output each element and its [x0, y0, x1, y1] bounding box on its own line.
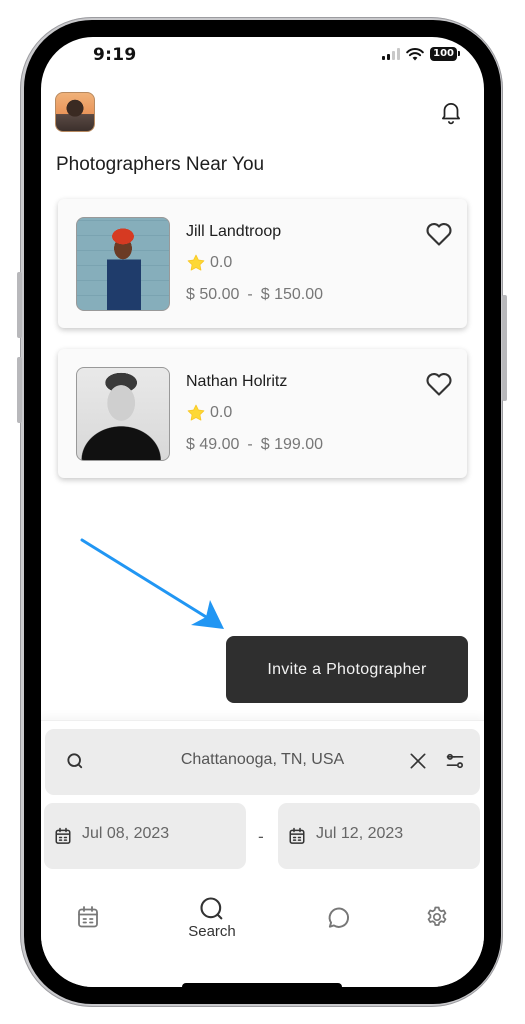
tab-search[interactable]: Search	[182, 895, 242, 940]
status-time: 9:19	[93, 45, 137, 65]
end-date-value: Jul 12, 2023	[316, 825, 404, 842]
calendar-icon	[289, 827, 305, 844]
power-button	[502, 295, 507, 401]
annotation-arrow-icon	[80, 538, 224, 629]
photographer-card[interactable]: Jill Landtroop 0.0 $ 50.00 - $ 150.00	[58, 199, 467, 328]
app-screen: 9:19 100 Photographers Near You Jill Lan…	[41, 37, 484, 987]
volume-up-button	[17, 272, 22, 338]
price-separator: -	[247, 286, 253, 303]
start-date-value: Jul 08, 2023	[82, 825, 170, 842]
price-range: $ 49.00 - $ 199.00	[186, 436, 323, 454]
gear-icon	[427, 906, 447, 926]
page-title: Photographers Near You	[56, 154, 265, 175]
date-separator: -	[258, 827, 264, 846]
tab-search-label: Search	[188, 923, 236, 940]
invite-photographer-button[interactable]: Invite a Photographer	[226, 636, 468, 703]
tab-settings[interactable]	[425, 905, 449, 929]
photographer-rating: 0.0	[186, 403, 232, 423]
photographer-name: Jill Landtroop	[186, 223, 282, 240]
photographer-photo	[76, 367, 170, 461]
price-min: $ 49.00	[186, 436, 240, 453]
cellular-signal-icon	[382, 48, 401, 60]
status-icons: 100	[382, 47, 460, 61]
star-icon	[187, 254, 205, 271]
close-icon[interactable]	[408, 751, 428, 771]
rating-value: 0.0	[210, 404, 233, 421]
price-min: $ 50.00	[186, 286, 240, 303]
photographer-rating: 0.0	[186, 253, 232, 273]
tab-calendar[interactable]	[76, 905, 100, 929]
end-date-field[interactable]: Jul 12, 2023	[278, 803, 480, 869]
location-search-input[interactable]: Chattanooga, TN, USA	[45, 729, 480, 795]
star-icon	[187, 404, 205, 421]
battery-icon: 100	[430, 47, 460, 61]
price-max: $ 199.00	[260, 436, 323, 453]
sliders-icon[interactable]	[445, 751, 465, 771]
heart-outline-icon[interactable]	[425, 221, 453, 247]
heart-outline-icon[interactable]	[425, 371, 453, 397]
photographer-name: Nathan Holritz	[186, 373, 288, 390]
price-separator: -	[247, 436, 253, 453]
price-range: $ 50.00 - $ 150.00	[186, 286, 323, 304]
calendar-icon	[78, 906, 98, 928]
user-avatar[interactable]	[55, 92, 95, 132]
price-max: $ 150.00	[260, 286, 323, 303]
photographer-photo	[76, 217, 170, 311]
rating-value: 0.0	[210, 254, 233, 271]
volume-down-button	[17, 357, 22, 423]
bell-icon[interactable]	[438, 99, 464, 125]
photographer-card[interactable]: Nathan Holritz 0.0 $ 49.00 - $ 199.00	[58, 349, 467, 478]
home-indicator	[182, 983, 342, 991]
calendar-icon	[55, 827, 71, 844]
tab-messages[interactable]	[325, 905, 351, 931]
start-date-field[interactable]: Jul 08, 2023	[44, 803, 246, 869]
search-icon	[200, 897, 223, 920]
wifi-icon	[406, 47, 424, 60]
chat-bubble-icon	[328, 907, 350, 928]
